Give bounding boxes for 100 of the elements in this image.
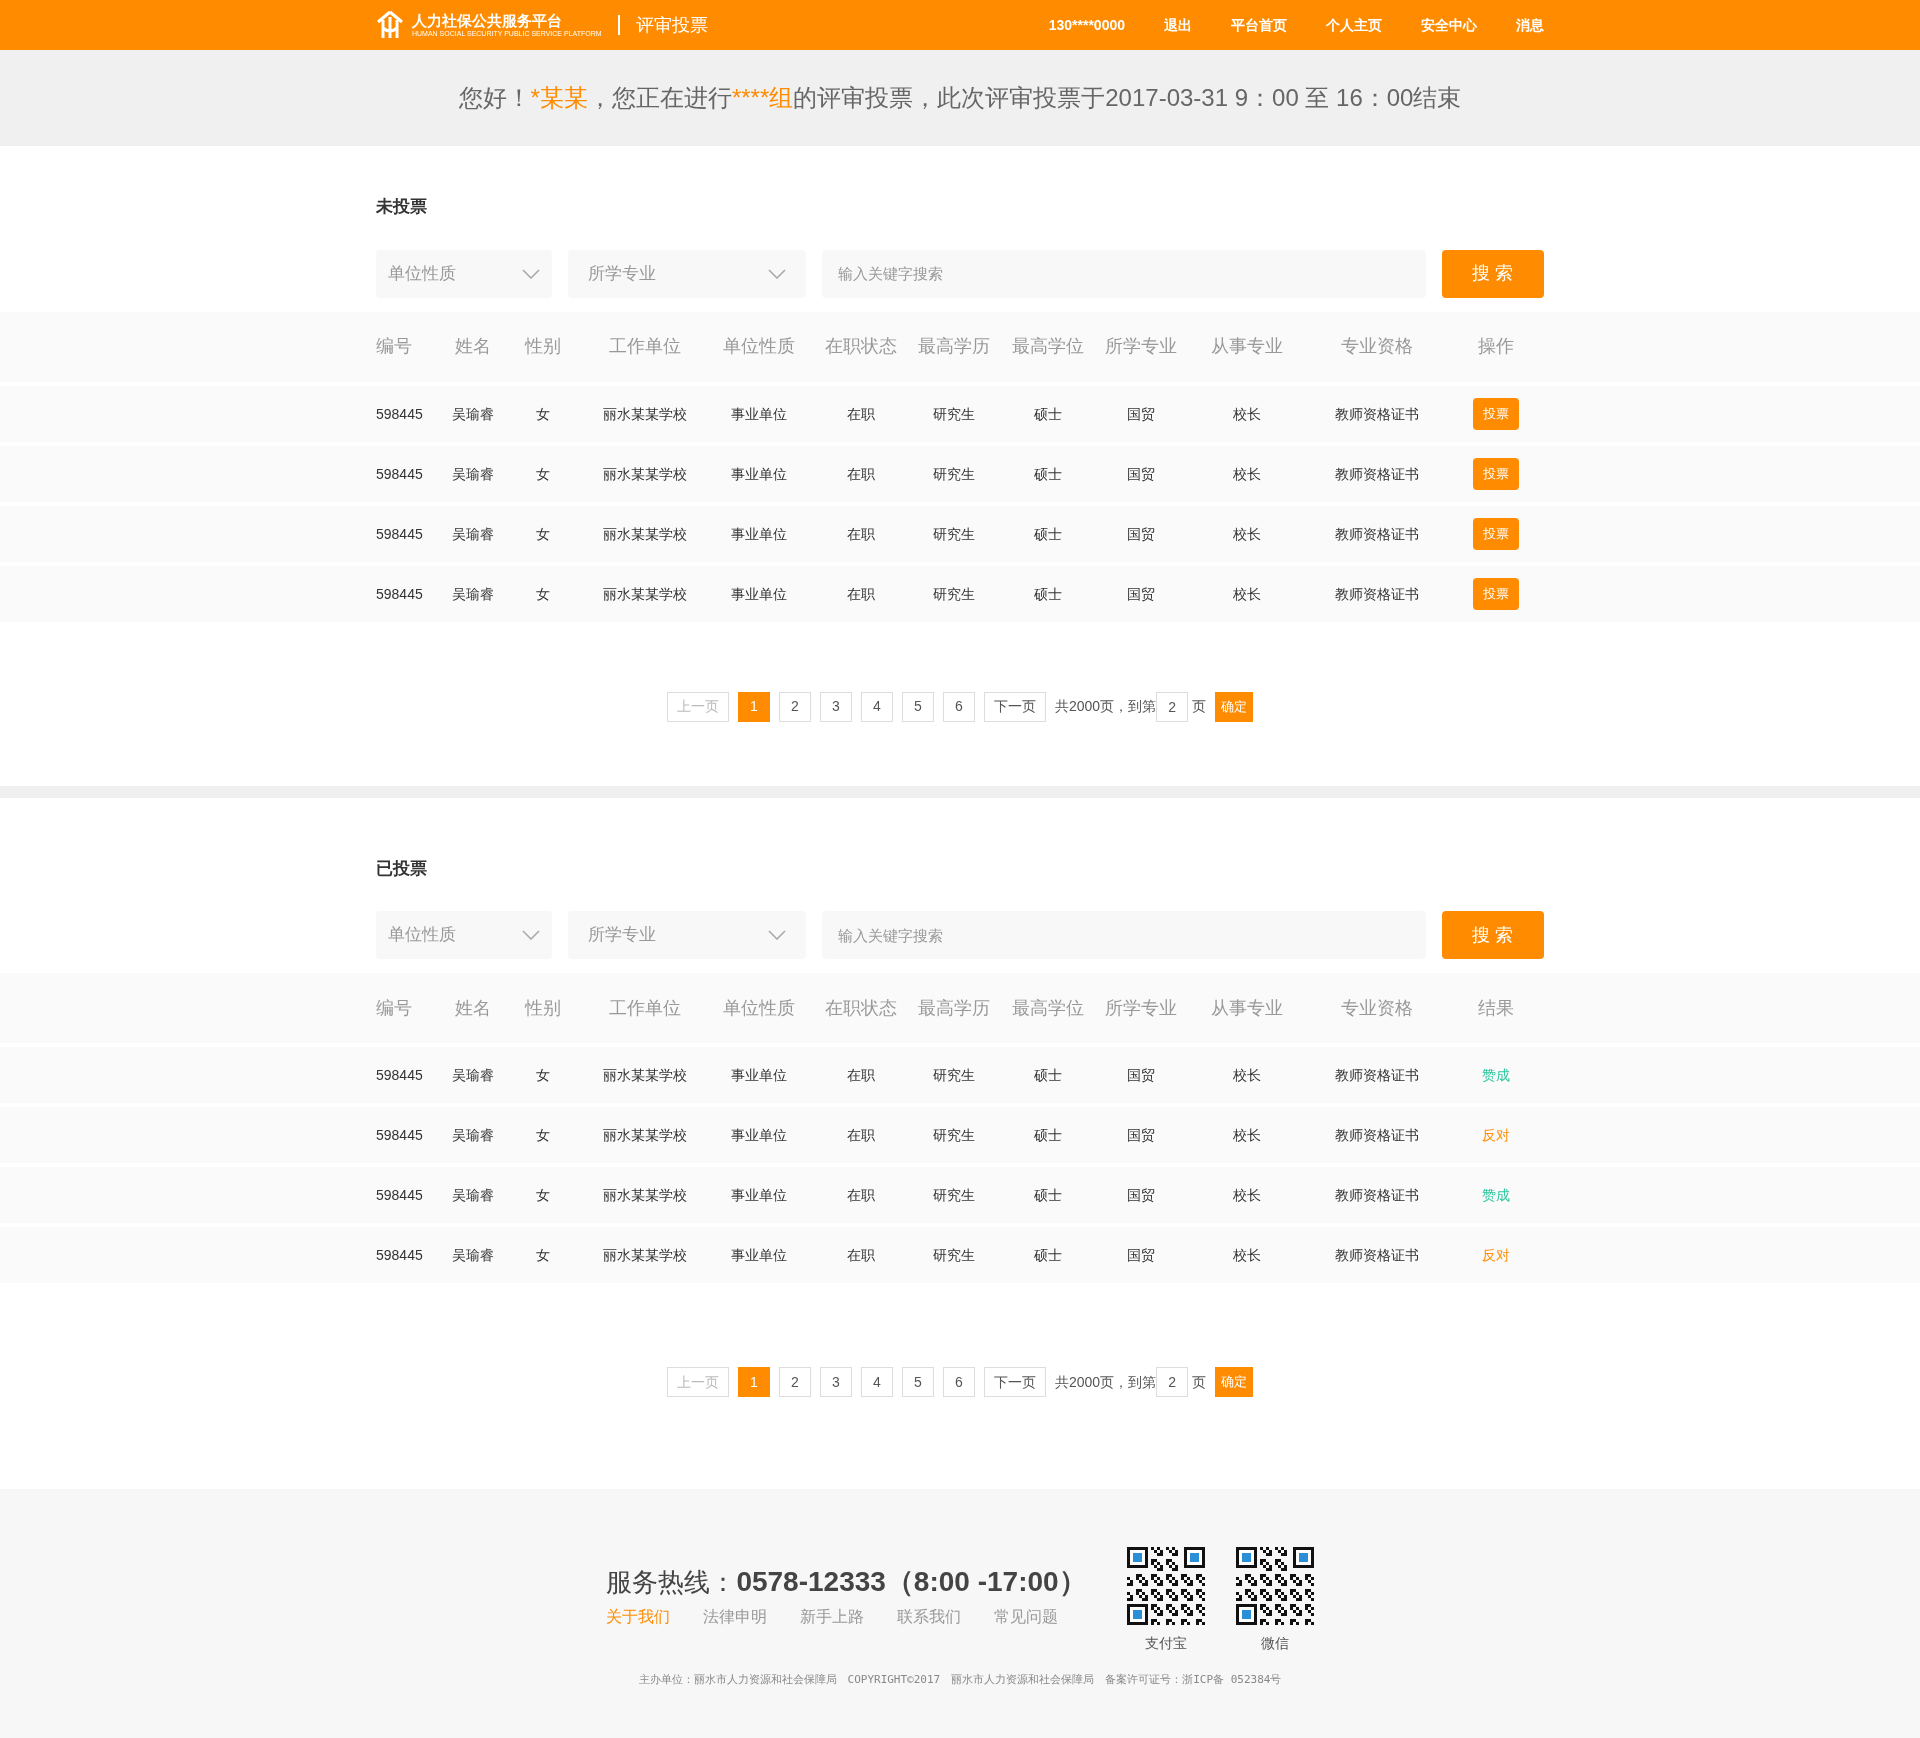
table-cell: 研究生 <box>933 1187 975 1203</box>
table-cell: 在职 <box>846 1247 875 1263</box>
table-cell: 丽水某某学校 <box>603 1247 687 1263</box>
vote-result: 反对 <box>1481 1247 1510 1263</box>
confirm-button[interactable]: 确定 <box>1215 1367 1254 1397</box>
table-cell: 校长 <box>1233 1127 1261 1143</box>
nav-link[interactable]: 退出 <box>1164 14 1192 36</box>
table-cell: 国贸 <box>1126 585 1155 602</box>
table-cell: 事业单位 <box>731 405 787 422</box>
column-header: 性别 <box>525 336 561 356</box>
next-page-button[interactable]: 下一页 <box>983 1367 1046 1397</box>
chevron-down-icon <box>768 268 786 279</box>
page-button[interactable]: 6 <box>942 691 975 722</box>
page-suffix-text: 页 <box>1192 1372 1207 1392</box>
page-button[interactable]: 1 <box>737 691 770 722</box>
table-cell: 在职 <box>846 1187 875 1203</box>
footer-link[interactable]: 法律申明 <box>703 1605 768 1629</box>
vote-button[interactable]: 投票 <box>1472 397 1519 430</box>
table-cell: 女 <box>536 1187 550 1203</box>
confirm-button[interactable]: 确定 <box>1215 691 1254 722</box>
page-button[interactable]: 4 <box>860 691 893 722</box>
page-suffix-text: 页 <box>1192 697 1207 716</box>
table-cell: 女 <box>536 465 550 482</box>
section-title: 已投票 <box>376 857 428 880</box>
major-dropdown[interactable]: 所学专业 <box>568 911 806 959</box>
table-cell: 事业单位 <box>731 465 787 482</box>
table-cell: 国贸 <box>1126 1067 1155 1083</box>
table-cell: 事业单位 <box>731 1187 787 1203</box>
column-header: 工作单位 <box>609 336 681 356</box>
table-cell: 598445 <box>376 525 423 542</box>
vote-button[interactable]: 投票 <box>1472 457 1519 490</box>
table-cell: 女 <box>536 1247 550 1263</box>
next-page-button[interactable]: 下一页 <box>983 691 1046 722</box>
nav-link[interactable]: 平台首页 <box>1231 14 1287 36</box>
column-header: 在职状态 <box>824 997 897 1018</box>
page-button[interactable]: 3 <box>819 691 852 722</box>
search-button[interactable]: 搜 索 <box>1442 911 1544 959</box>
unit-type-dropdown[interactable]: 单位性质 <box>376 249 552 298</box>
table-cell: 在职 <box>846 1127 875 1143</box>
page-button[interactable]: 2 <box>778 691 811 722</box>
nav-link[interactable]: 个人主页 <box>1326 14 1382 36</box>
table-cell: 女 <box>536 1127 550 1143</box>
page-button[interactable]: 1 <box>737 1367 770 1397</box>
search-button[interactable]: 搜 索 <box>1442 249 1544 298</box>
search-field[interactable]: 输入关键字搜索 <box>822 911 1426 959</box>
table-cell: 女 <box>536 585 550 602</box>
vote-button[interactable]: 投票 <box>1472 577 1519 610</box>
page-button[interactable]: 6 <box>942 1367 975 1397</box>
table-cell: 教师资格证书 <box>1335 1187 1419 1203</box>
page-input[interactable]: 2 <box>1156 691 1189 722</box>
qr-code-icon <box>1235 1547 1314 1625</box>
column-header: 性别 <box>525 997 561 1018</box>
table-cell: 研究生 <box>933 585 975 602</box>
search-field[interactable]: 输入关键字搜索 <box>822 249 1426 298</box>
table-cell: 研究生 <box>933 1247 975 1263</box>
table-cell: 硕士 <box>1033 405 1062 422</box>
unit-type-dropdown[interactable]: 单位性质 <box>376 911 552 959</box>
table-cell: 女 <box>536 1067 550 1083</box>
nav-link[interactable]: 130****0000 <box>1048 14 1125 36</box>
footer-link[interactable]: 常见问题 <box>994 1605 1059 1629</box>
column-header: 结果 <box>1477 997 1514 1018</box>
table-cell: 校长 <box>1233 525 1261 542</box>
table-cell: 硕士 <box>1033 465 1062 482</box>
column-header: 所学专业 <box>1104 997 1177 1018</box>
page-button[interactable]: 5 <box>901 691 934 722</box>
table-cell: 校长 <box>1233 585 1261 602</box>
table-cell: 598445 <box>376 1187 423 1203</box>
page-input[interactable]: 2 <box>1156 1367 1189 1397</box>
nav-link[interactable]: 消息 <box>1516 14 1544 36</box>
table-cell: 丽水某某学校 <box>603 465 687 482</box>
footer-link[interactable]: 新手上路 <box>800 1605 865 1629</box>
column-header: 最高学位 <box>1011 336 1084 356</box>
page-button[interactable]: 2 <box>778 1367 811 1397</box>
nav-link[interactable]: 安全中心 <box>1421 14 1477 36</box>
table-cell: 硕士 <box>1033 525 1062 542</box>
table-cell: 丽水某某学校 <box>603 585 687 602</box>
greeting-message: 您好！*某某，您正在进行****组的评审投票，此次评审投票于2017-03-31 9：00 至 16：00结束 <box>458 83 1462 113</box>
page-button[interactable]: 4 <box>860 1367 893 1397</box>
footer-link[interactable]: 联系我们 <box>897 1605 962 1629</box>
column-header: 单位性质 <box>723 997 795 1018</box>
table-cell: 国贸 <box>1126 465 1155 482</box>
column-header: 从事专业 <box>1211 336 1283 356</box>
page-button[interactable]: 5 <box>901 1367 934 1397</box>
table-cell: 教师资格证书 <box>1335 1127 1419 1143</box>
table-cell: 女 <box>536 525 550 542</box>
table-cell: 国贸 <box>1126 405 1155 422</box>
table-cell: 事业单位 <box>731 525 787 542</box>
table-cell: 吴瑜睿 <box>452 1127 494 1143</box>
table-cell: 国贸 <box>1126 1247 1155 1263</box>
table-cell: 吴瑜睿 <box>452 1067 494 1083</box>
logo-icon <box>376 10 404 40</box>
page-button[interactable]: 3 <box>819 1367 852 1397</box>
table-cell: 国贸 <box>1126 525 1155 542</box>
chevron-down-icon <box>522 930 540 940</box>
footer-link[interactable]: 关于我们 <box>606 1605 671 1629</box>
table-cell: 国贸 <box>1126 1127 1155 1143</box>
major-dropdown[interactable]: 所学专业 <box>568 249 806 298</box>
table-cell: 事业单位 <box>731 1247 787 1263</box>
table-cell: 事业单位 <box>731 585 787 602</box>
vote-button[interactable]: 投票 <box>1472 517 1519 550</box>
